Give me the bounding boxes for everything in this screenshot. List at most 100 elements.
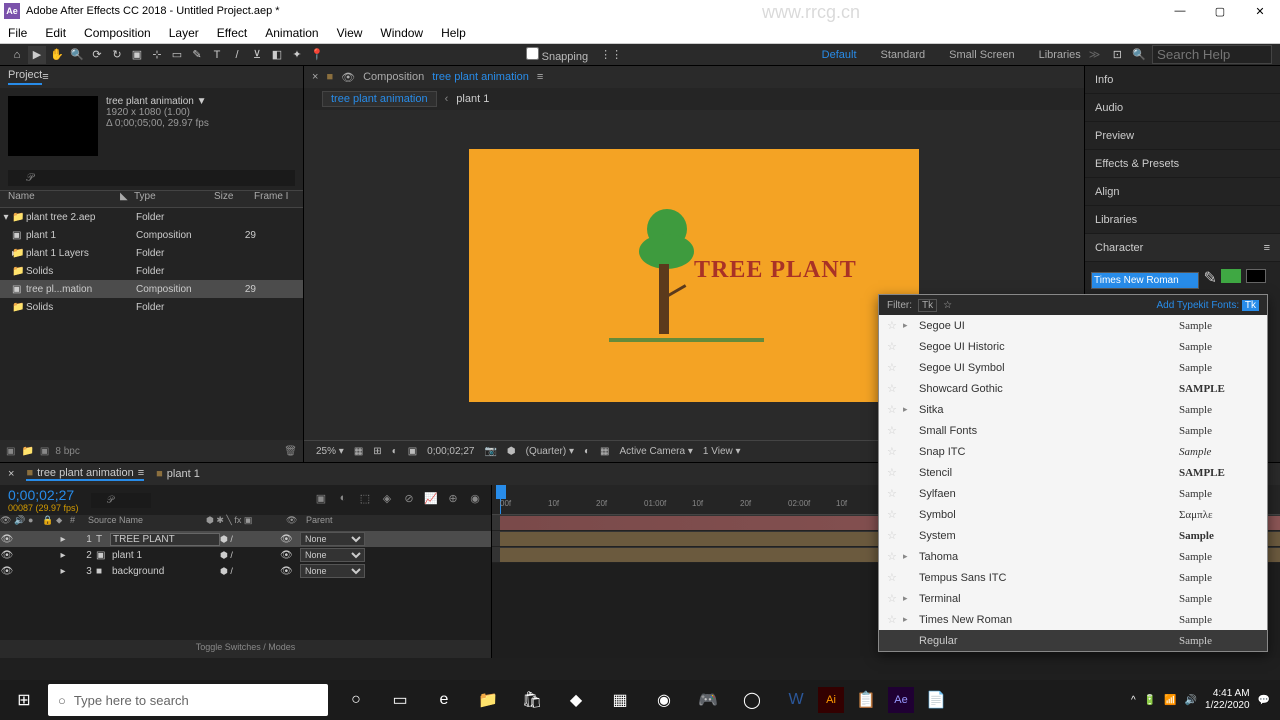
col-type-header[interactable]: Type — [134, 191, 214, 207]
tray-up-icon[interactable]: ^ — [1131, 695, 1136, 706]
menu-file[interactable]: File — [8, 26, 27, 40]
menu-layer[interactable]: Layer — [169, 26, 199, 40]
comp-tab[interactable]: tree plant animation — [432, 71, 529, 83]
app-icon[interactable]: 📋 — [844, 680, 888, 720]
snap-options-icon[interactable]: ⋮⋮ — [600, 48, 622, 61]
brush-tool-icon[interactable]: / — [228, 46, 246, 64]
project-item[interactable]: ▣plant 1Composition29 — [0, 226, 303, 244]
font-option[interactable]: ☆Segoe UI HistoricSample — [879, 336, 1267, 357]
selection-tool-icon[interactable]: ▶ — [28, 46, 46, 64]
app-icon[interactable]: 🎮 — [686, 680, 730, 720]
orbit-tool-icon[interactable]: ⟳ — [88, 46, 106, 64]
puppet-tool-icon[interactable]: 📍 — [308, 46, 326, 64]
taskbar-clock[interactable]: 4:41 AM 1/22/2020 — [1205, 688, 1250, 712]
font-option[interactable]: ☆Snap ITCSample — [879, 441, 1267, 462]
illustrator-icon[interactable]: Ai — [818, 687, 844, 713]
project-item[interactable]: 📁SolidsFolder — [0, 262, 303, 280]
timeline-current-time[interactable]: 0;00;02;27 — [8, 487, 79, 503]
project-item[interactable]: 📁SolidsFolder — [0, 298, 303, 316]
eraser-tool-icon[interactable]: ◧ — [268, 46, 286, 64]
timeline-search-input[interactable] — [91, 493, 151, 508]
canvas-text-layer[interactable]: TREE PLANT — [694, 257, 857, 284]
project-item[interactable]: ▾📁plant tree 2.aepFolder — [0, 208, 303, 226]
aftereffects-icon[interactable]: Ae — [888, 687, 914, 713]
views-dropdown[interactable]: 1 View ▾ — [703, 446, 741, 457]
motion-blur-icon[interactable]: ⊘ — [401, 492, 417, 508]
battery-icon[interactable]: 🔋 — [1144, 695, 1156, 706]
region-icon[interactable]: ▣ — [408, 446, 417, 457]
comp-button-icon[interactable]: ▣ — [313, 492, 329, 508]
font-option[interactable]: ☆Showcard GothicSAMPLE — [879, 378, 1267, 399]
col-frame-header[interactable]: Frame I — [254, 191, 294, 207]
camera-dropdown[interactable]: Active Camera ▾ — [620, 446, 693, 457]
app-icon[interactable]: ◉ — [642, 680, 686, 720]
stamp-tool-icon[interactable]: ⊻ — [248, 46, 266, 64]
font-option[interactable]: ☆SymbolΣαμπλε — [879, 504, 1267, 525]
app-icon[interactable]: ◆ — [554, 680, 598, 720]
shy-icon[interactable]: ⬚ — [357, 492, 373, 508]
rotate-tool-icon[interactable]: ↻ — [108, 46, 126, 64]
pen-tool-icon[interactable]: ✎ — [188, 46, 206, 64]
breadcrumb-item[interactable]: plant 1 — [456, 93, 489, 105]
menu-help[interactable]: Help — [441, 26, 466, 40]
font-option[interactable]: ☆Tempus Sans ITCSample — [879, 567, 1267, 588]
font-option[interactable]: ☆▸SitkaSample — [879, 399, 1267, 420]
layer-viewer-icon[interactable]: 👁 — [341, 71, 355, 84]
bpc-label[interactable]: 8 bpc — [55, 446, 79, 457]
volume-icon[interactable]: 🔊 — [1185, 695, 1197, 706]
font-option[interactable]: ☆SylfaenSample — [879, 483, 1267, 504]
font-option[interactable]: ☆▸TahomaSample — [879, 546, 1267, 567]
fill-color-swatch[interactable] — [1221, 269, 1241, 283]
workspace-small-screen[interactable]: Small Screen — [949, 49, 1014, 61]
eyedropper-icon[interactable]: ✎ — [1203, 270, 1216, 287]
wifi-icon[interactable]: 📶 — [1164, 695, 1176, 706]
snapping-checkbox[interactable]: Snapping — [526, 47, 589, 63]
anchor-tool-icon[interactable]: ⊹ — [148, 46, 166, 64]
menu-window[interactable]: Window — [380, 26, 423, 40]
font-option[interactable]: ☆Segoe UI SymbolSample — [879, 357, 1267, 378]
close-button[interactable]: ✕ — [1240, 5, 1280, 18]
panel-character[interactable]: Character≡ — [1085, 234, 1280, 262]
timeline-layer[interactable]: 👁▸1TTREE PLANT⬢ / 👁None — [0, 531, 491, 547]
breadcrumb-item[interactable]: tree plant animation — [322, 91, 437, 107]
panel-effects---presets[interactable]: Effects & Presets — [1085, 150, 1280, 178]
timeline-tab[interactable]: ■ plant 1 — [156, 468, 200, 480]
menu-composition[interactable]: Composition — [84, 26, 151, 40]
mask-icon[interactable]: ◐ — [392, 446, 398, 457]
font-option[interactable]: ☆▸TerminalSample — [879, 588, 1267, 609]
project-search-input[interactable] — [8, 170, 295, 186]
col-size-header[interactable]: Size — [214, 191, 254, 207]
filter-typekit-icon[interactable]: Tk — [918, 299, 937, 312]
menu-view[interactable]: View — [337, 26, 363, 40]
search-help-input[interactable] — [1152, 45, 1272, 64]
start-button[interactable]: ⊞ — [0, 680, 48, 720]
font-option[interactable]: ☆▸Times New RomanSample — [879, 609, 1267, 630]
font-option[interactable]: ☆Small FontsSample — [879, 420, 1267, 441]
notifications-icon[interactable]: 💬 — [1258, 695, 1270, 706]
workspace-standard[interactable]: Standard — [881, 49, 926, 61]
explorer-icon[interactable]: 📁 — [466, 680, 510, 720]
new-folder-icon[interactable]: 📁 — [21, 446, 33, 457]
transparency-icon[interactable]: ▦ — [600, 446, 609, 457]
roto-tool-icon[interactable]: ✦ — [288, 46, 306, 64]
brainstorm-icon[interactable]: ⊕ — [445, 492, 461, 508]
exposure-icon[interactable]: ◐ — [584, 446, 590, 457]
col-name-header[interactable]: Name — [0, 191, 120, 207]
cortana-icon[interactable]: ○ — [334, 680, 378, 720]
shape-tool-icon[interactable]: ▭ — [168, 46, 186, 64]
project-tab[interactable]: Project — [8, 69, 42, 85]
quality-dropdown[interactable]: (Quarter) ▾ — [526, 446, 574, 457]
stroke-color-swatch[interactable] — [1246, 269, 1266, 283]
hand-tool-icon[interactable]: ✋ — [48, 46, 66, 64]
zoom-dropdown[interactable]: 25% ▾ — [316, 446, 344, 457]
menu-animation[interactable]: Animation — [265, 26, 318, 40]
trash-icon[interactable]: 🗑 — [284, 446, 297, 457]
frame-blend-icon[interactable]: ◈ — [379, 492, 395, 508]
render-icon[interactable]: ◉ — [467, 492, 483, 508]
toggle-switches-button[interactable]: Toggle Switches / Modes — [0, 640, 491, 658]
panel-audio[interactable]: Audio — [1085, 94, 1280, 122]
type-tool-icon[interactable]: T — [208, 46, 226, 64]
channel-icon[interactable]: ⬢ — [507, 446, 516, 457]
task-view-icon[interactable]: ▭ — [378, 680, 422, 720]
zoom-tool-icon[interactable]: 🔍 — [68, 46, 86, 64]
